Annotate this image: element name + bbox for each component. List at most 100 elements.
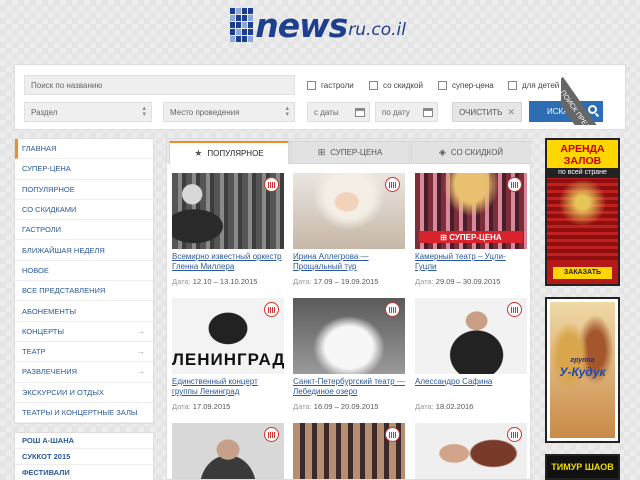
event-image[interactable] (415, 298, 527, 374)
date-label: Дата: (293, 402, 312, 411)
event-card[interactable]: Санкт-Петербургский театр — Лебединое оз… (293, 298, 405, 411)
sidebar-item-subscriptions[interactable]: АБОНЕМЕНТЫ (15, 301, 153, 322)
logo-brand: news (255, 5, 348, 45)
event-title[interactable]: Алессандро Сафина (415, 377, 527, 398)
clear-button[interactable]: ОЧИСТИТЬ ✕ (452, 102, 522, 122)
sidebar-item-festivals[interactable]: ФЕСТИВАЛИ (15, 465, 153, 480)
sidebar-item-theatre[interactable]: ТЕАТР → (15, 342, 153, 363)
tab-popular[interactable]: ★ ПОПУЛЯРНОЕ (169, 141, 289, 164)
sidebar-item-concerts[interactable]: КОНЦЕРТЫ → (15, 322, 153, 342)
section-select[interactable]: Раздел ▴ ▾ (24, 102, 152, 122)
event-image[interactable] (293, 298, 405, 374)
checkbox-box[interactable] (369, 81, 378, 90)
date-value: 17.09.2015 (192, 402, 231, 411)
sidebar-item-label: ТЕАТРЫ И КОНЦЕРТНЫЕ ЗАЛЫ (22, 408, 138, 417)
event-title[interactable]: Всемирно известный оркестр Гленна Миллер… (172, 252, 284, 273)
event-image[interactable]: ⊞ СУПЕР-ЦЕНА (415, 173, 527, 249)
banner-artist-name: ТИМУР ШАОВ (551, 462, 614, 472)
event-title[interactable]: Единственный концерт группы Ленинград (172, 377, 284, 398)
sidebar-item-new[interactable]: НОВОЕ (15, 261, 153, 282)
event-card[interactable]: Алессандро Сафина Дата: 18.02.2016 (415, 298, 527, 411)
select-arrows-icon: ▴ ▾ (285, 105, 289, 118)
sidebar-item-all-shows[interactable]: ВСЕ ПРЕДСТАВЛЕНИЯ (15, 281, 153, 302)
sidebar-item-label: АБОНЕМЕНТЫ (22, 306, 76, 316)
event-image[interactable]: ЛЕНИНГРАД (172, 298, 284, 374)
ticket-icon (507, 177, 522, 192)
tab-label: СО СКИДКОЙ (450, 148, 504, 157)
date-label: Дата: (415, 277, 434, 286)
event-card[interactable]: Ирина Аллегрова — Прощальный тур Дата: 1… (293, 173, 405, 286)
event-title[interactable]: Камерный театр – Уцли-Гуцли (415, 252, 527, 273)
calendar-icon[interactable] (423, 108, 433, 117)
calendar-icon[interactable] (355, 108, 365, 117)
event-card[interactable] (293, 423, 405, 479)
event-image[interactable] (172, 423, 284, 479)
event-card[interactable] (172, 423, 284, 479)
event-image[interactable] (415, 423, 527, 479)
date-from-input[interactable]: с даты (307, 102, 370, 122)
tab-label: ПОПУЛЯРНОЕ (207, 149, 264, 158)
order-button[interactable]: ЗАКАЗАТЬ (553, 267, 612, 279)
date-label: Дата: (415, 402, 434, 411)
tab-discount[interactable]: ◈ СО СКИДКОЙ (411, 141, 530, 164)
sidebar-item-label: ТЕАТР (22, 347, 46, 357)
checkbox-label: гастроли (321, 81, 354, 90)
sidebar-item-entertainment[interactable]: РАЗВЛЕЧЕНИЯ → (15, 362, 153, 383)
date-value: 12.10 – 13.10.2015 (192, 277, 258, 286)
ticket-icon (507, 302, 522, 317)
search-corner-ribbon[interactable]: ПОИСК ПРЕДСТАВЛЕНИЯ (561, 55, 640, 125)
logo-mark-icon (230, 8, 254, 42)
event-card[interactable]: ⊞ СУПЕР-ЦЕНА Камерный театр – Уцли-Гуцли… (415, 173, 527, 286)
event-title[interactable]: Ирина Аллегрова — Прощальный тур (293, 252, 405, 273)
ticket-icon (264, 427, 279, 442)
sidebar-item-excursions[interactable]: ЭКСКУРСИИ И ОТДЫХ (15, 383, 153, 403)
date-to-input[interactable]: по дату (375, 102, 438, 122)
event-image[interactable] (293, 423, 405, 479)
sidebar-item-label: СУПЕР-ЦЕНА (22, 164, 71, 174)
sidebar-item-rosh-hashana[interactable]: РОШ А-ШАНА (15, 433, 153, 449)
sidebar-item-main[interactable]: ГЛАВНАЯ (15, 139, 153, 160)
checkbox-box[interactable] (438, 81, 447, 90)
sidebar-item-sukkot[interactable]: СУККОТ 2015 (15, 449, 153, 465)
event-card[interactable] (415, 423, 527, 479)
name-search-placeholder: Поиск по названию (31, 80, 103, 90)
checkbox-super-price[interactable]: супер-цена (438, 81, 494, 90)
venue-select[interactable]: Место проведения ▴ ▾ (163, 102, 295, 122)
sidebar-item-venues[interactable]: ТЕАТРЫ И КОНЦЕРТНЫЕ ЗАЛЫ (15, 403, 153, 424)
checkbox-kids[interactable]: для детей (508, 81, 559, 90)
checkbox-discount[interactable]: со скидкой (369, 81, 423, 90)
event-title[interactable]: Санкт-Петербургский театр — Лебединое оз… (293, 377, 405, 398)
events-tabs: ★ ПОПУЛЯРНОЕ ⊞ СУПЕР-ЦЕНА ◈ СО СКИДКОЙ (167, 139, 530, 164)
checkbox-box[interactable] (508, 81, 517, 90)
search-panel: Поиск по названию гастроли со скидкой су… (14, 64, 626, 130)
tab-super-price[interactable]: ⊞ СУПЕР-ЦЕНА (290, 141, 410, 164)
checkbox-tours[interactable]: гастроли (307, 81, 354, 90)
arrow-right-icon: → (137, 347, 145, 357)
banner-subline: по всей стране (547, 168, 618, 178)
arrow-right-icon: → (137, 326, 145, 336)
sidebar-item-tours[interactable]: ГАСТРОЛИ (15, 220, 153, 241)
sidebar-item-discounts[interactable]: СО СКИДКАМИ (15, 200, 153, 221)
sidebar-item-super-price[interactable]: СУПЕР-ЦЕНА (15, 159, 153, 180)
sidebar-item-next-week[interactable]: БЛИЖАЙШАЯ НЕДЕЛЯ (15, 240, 153, 261)
sidebar-item-label: СУККОТ 2015 (22, 452, 71, 461)
event-card[interactable]: Всемирно известный оркестр Гленна Миллер… (172, 173, 284, 286)
artist-banner[interactable]: ТИМУР ШАОВ (545, 454, 620, 480)
date-label: Дата: (172, 277, 191, 286)
site-logo[interactable]: news ru.co.il (230, 7, 406, 43)
events-panel: ★ ПОПУЛЯРНОЕ ⊞ СУПЕР-ЦЕНА ◈ СО СКИДКОЙ Всем… (166, 138, 531, 480)
event-card[interactable]: ЛЕНИНГРАД Единственный концерт группы Ле… (172, 298, 284, 411)
event-image[interactable] (172, 173, 284, 249)
event-image[interactable] (293, 173, 405, 249)
checkbox-box[interactable] (307, 81, 316, 90)
show-banner[interactable]: группа У-Кудук (545, 297, 620, 443)
sidebar-item-popular[interactable]: ПОПУЛЯРНОЕ (15, 180, 153, 200)
ticket-icon (507, 427, 522, 442)
ticket-icon (264, 302, 279, 317)
hall-rental-banner[interactable]: АРЕНДА ЗАЛОВ по всей стране ЗАКАЗАТЬ (545, 138, 620, 286)
name-search-input[interactable]: Поиск по названию (24, 75, 295, 95)
sidebar-item-label: РОШ А-ШАНА (22, 436, 75, 445)
event-date: Дата: 29.09 – 30.09.2015 (415, 277, 527, 286)
banner-group-label: группа (570, 357, 595, 364)
tag-icon: ◈ (438, 147, 446, 157)
